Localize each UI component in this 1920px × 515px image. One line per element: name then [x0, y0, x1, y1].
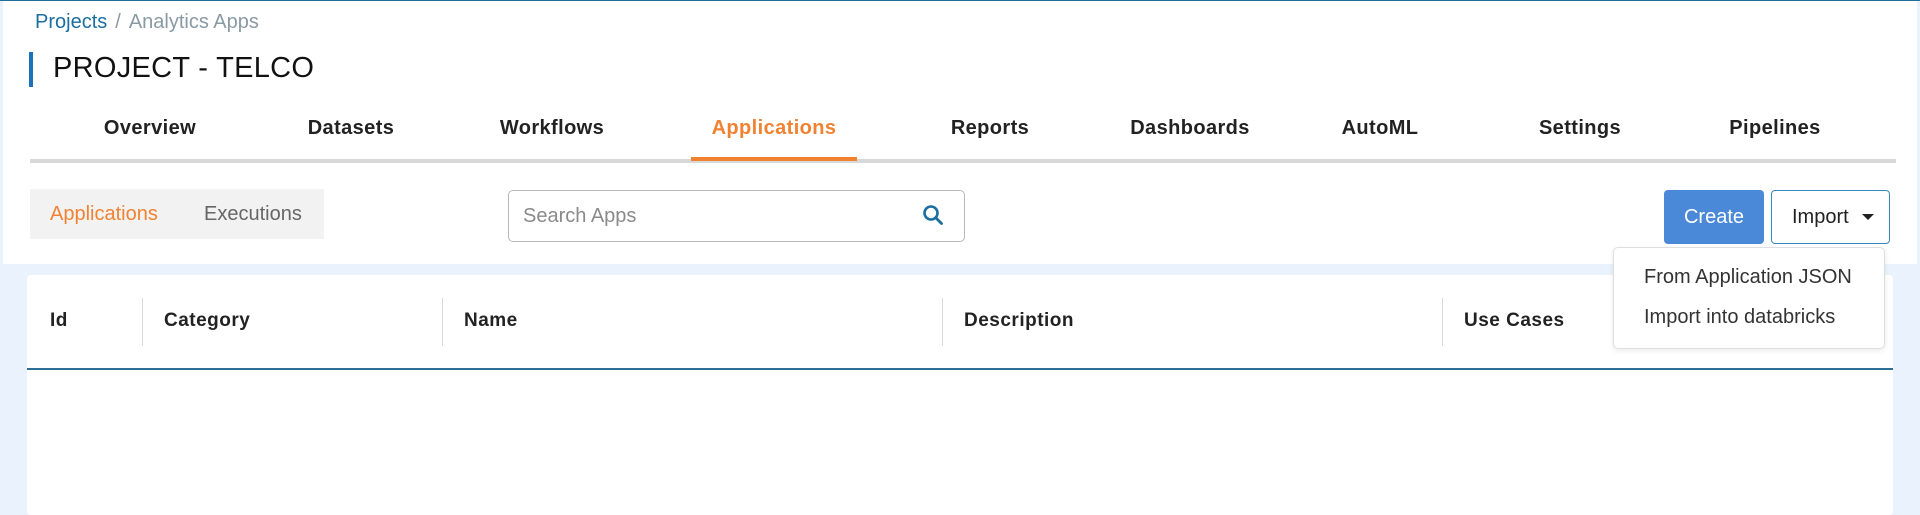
menu-item-import-into-databricks[interactable]: Import into databricks — [1644, 306, 1835, 329]
search-input[interactable] — [523, 191, 903, 241]
column-header-category[interactable]: Category — [164, 310, 250, 332]
breadcrumb-separator: / — [115, 11, 121, 33]
tab-applications[interactable]: Applications — [691, 113, 857, 163]
tab-dashboards[interactable]: Dashboards — [1120, 113, 1260, 163]
title-accent-bar — [29, 52, 33, 87]
search-box — [508, 190, 965, 242]
column-divider — [942, 298, 943, 346]
table-header-border — [27, 368, 1893, 370]
menu-item-from-application-json[interactable]: From Application JSON — [1644, 266, 1852, 289]
subtab-applications[interactable]: Applications — [50, 189, 158, 239]
tab-datasets[interactable]: Datasets — [291, 113, 411, 163]
breadcrumb-current: Analytics Apps — [128, 11, 259, 33]
tab-settings[interactable]: Settings — [1520, 113, 1640, 163]
search-icon[interactable] — [921, 203, 945, 227]
tab-overview[interactable]: Overview — [90, 113, 210, 163]
column-divider — [142, 298, 143, 346]
tab-automl[interactable]: AutoML — [1320, 113, 1440, 163]
column-divider — [1442, 298, 1443, 346]
tab-reports[interactable]: Reports — [930, 113, 1050, 163]
column-header-id[interactable]: Id — [50, 310, 68, 332]
subtab-group: Applications Executions — [30, 189, 324, 239]
subtab-executions[interactable]: Executions — [204, 189, 302, 239]
tab-workflows[interactable]: Workflows — [487, 113, 617, 163]
breadcrumb: Projects / Analytics Apps — [35, 11, 259, 34]
create-button[interactable]: Create — [1664, 190, 1764, 244]
import-button-label: Import — [1792, 206, 1849, 228]
tab-pipelines[interactable]: Pipelines — [1710, 113, 1840, 163]
column-header-description[interactable]: Description — [964, 310, 1074, 332]
import-button[interactable]: Import — [1771, 190, 1890, 244]
main-tabs: Overview Datasets Workflows Applications… — [30, 113, 1896, 163]
header-panel: Projects / Analytics Apps PROJECT - TELCO … — [3, 1, 1917, 264]
import-dropdown-menu: From Application JSON Import into databr… — [1613, 247, 1885, 349]
column-divider — [442, 298, 443, 346]
breadcrumb-projects-link[interactable]: Projects — [35, 11, 107, 33]
column-header-name[interactable]: Name — [464, 310, 518, 332]
column-header-use-cases[interactable]: Use Cases — [1464, 310, 1565, 332]
page-title: PROJECT - TELCO — [53, 52, 315, 84]
active-tab-indicator — [691, 157, 857, 161]
caret-down-icon — [1862, 214, 1874, 220]
